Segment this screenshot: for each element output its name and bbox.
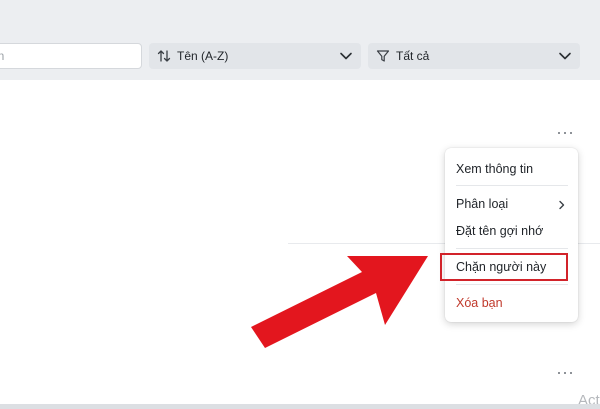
menu-item-label: Phân loại (456, 197, 509, 211)
chevron-right-icon (558, 199, 566, 213)
menu-item-categorize[interactable]: Phân loại (445, 190, 578, 218)
more-options-icon[interactable] (558, 128, 572, 138)
menu-item-label: Xem thông tin (456, 162, 534, 176)
sort-icon (157, 49, 171, 63)
more-options-icon[interactable] (558, 368, 572, 378)
menu-divider (456, 248, 568, 249)
filter-dropdown[interactable]: Tất cả (368, 43, 580, 69)
menu-item-block-user[interactable]: Chặn người này (445, 253, 578, 281)
context-menu: Xem thông tin Phân loại Đặt tên gợi nhớ … (445, 148, 578, 322)
menu-item-set-nickname[interactable]: Đặt tên gợi nhớ (445, 217, 578, 245)
bottom-strip (0, 404, 600, 409)
chevron-down-icon (558, 51, 572, 61)
filter-label: Tất cả (396, 49, 430, 63)
sort-label: Tên (A-Z) (177, 49, 229, 63)
menu-item-remove-friend[interactable]: Xóa bạn (445, 289, 578, 317)
chevron-down-icon (339, 51, 353, 61)
toolbar: Tên (A-Z) Tất cả (0, 0, 600, 80)
menu-divider (456, 185, 568, 186)
menu-divider (456, 284, 568, 285)
menu-item-label: Đặt tên gợi nhớ (456, 224, 544, 238)
menu-item-label: Chặn người này (456, 260, 547, 274)
filter-icon (376, 49, 390, 63)
menu-item-label: Xóa bạn (456, 296, 503, 310)
sort-dropdown[interactable]: Tên (A-Z) (149, 43, 361, 69)
search-input[interactable] (0, 44, 141, 68)
menu-item-view-info[interactable]: Xem thông tin (445, 155, 578, 183)
search-field[interactable] (0, 43, 142, 69)
